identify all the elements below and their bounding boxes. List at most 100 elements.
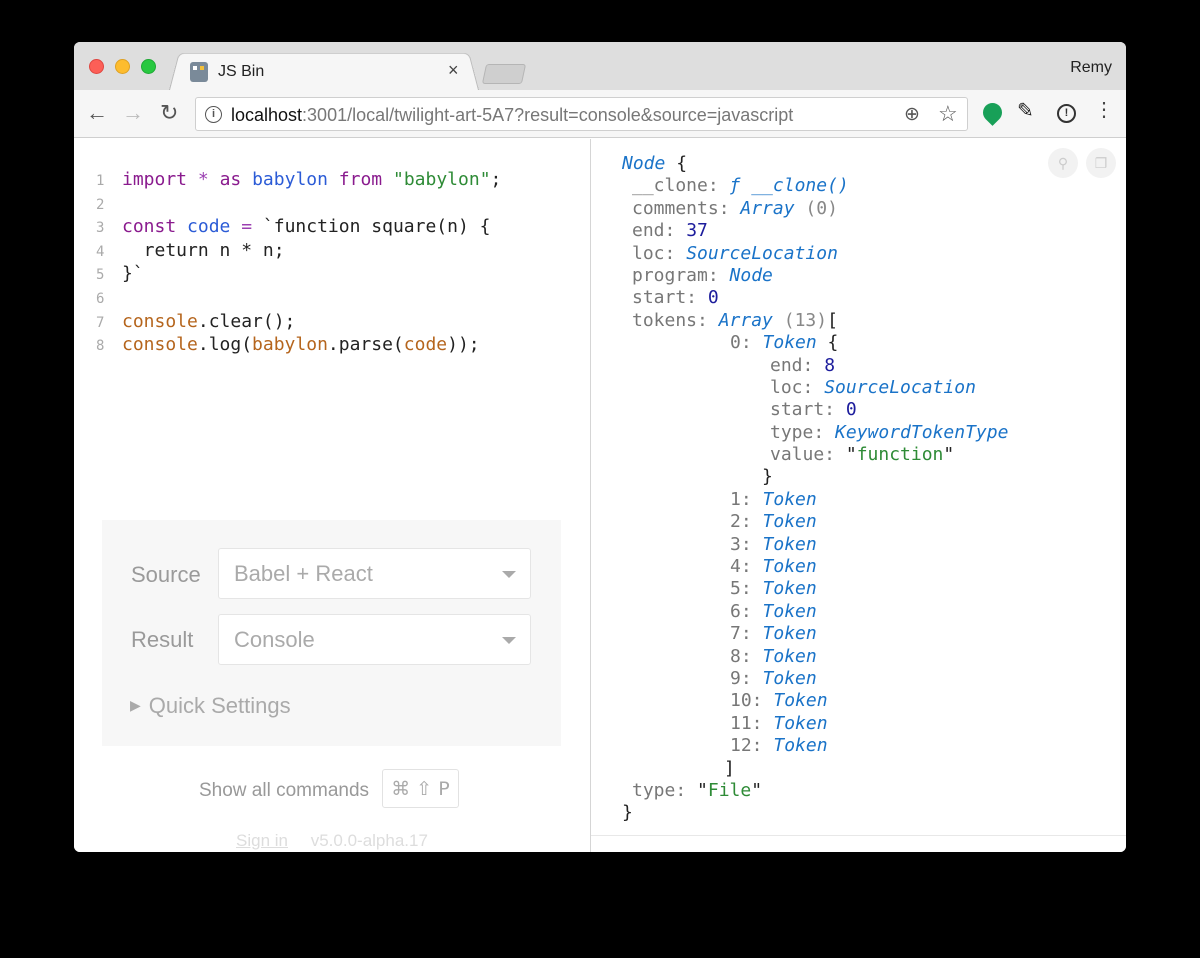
code-token: .parse( <box>327 334 404 356</box>
browser-tab[interactable]: JS Bin × <box>190 60 468 86</box>
url-text[interactable]: localhost:3001/local/twilight-art-5A7?re… <box>231 105 793 126</box>
console-line[interactable]: loc: SourceLocation <box>622 377 1008 399</box>
console-token: File <box>707 779 752 801</box>
console-line[interactable]: 8: Token <box>622 646 1008 668</box>
site-info-icon[interactable]: i <box>205 106 222 123</box>
back-arrow-icon[interactable]: ← <box>86 100 108 126</box>
result-select[interactable]: Console <box>218 614 531 665</box>
tab-close-icon[interactable]: × <box>448 60 459 81</box>
code-line[interactable]: 1 import * as babylon from "babylon"; <box>96 168 501 192</box>
console-line[interactable]: } <box>622 466 1008 488</box>
console-line[interactable]: value: "function" <box>622 444 1008 466</box>
console-line[interactable]: ] <box>622 758 1008 780</box>
console-line[interactable]: 0: Token { <box>622 332 1008 354</box>
line-number: 3 <box>96 220 105 237</box>
code-token: return n * n; <box>122 239 285 261</box>
console-token: 37 <box>686 220 708 242</box>
result-label: Result <box>131 627 194 652</box>
code-token: const <box>122 216 177 238</box>
address-bar[interactable]: i localhost:3001/local/twilight-art-5A7?… <box>195 97 968 131</box>
commands-shortcut: ⌘ ⇧ P <box>382 769 459 808</box>
more-vertical-icon[interactable]: ⋮ <box>1094 100 1114 120</box>
code-line[interactable]: 4 return n * n; <box>96 239 501 263</box>
code-token: babylon <box>252 169 328 190</box>
console-line[interactable]: type: KeywordTokenType <box>622 422 1008 444</box>
extension-info-icon[interactable]: ! <box>1057 104 1076 123</box>
bookmark-star-icon[interactable]: ☆ <box>938 101 958 127</box>
console-line[interactable]: 12: Token <box>622 735 1008 757</box>
console-line[interactable]: Node { <box>622 153 1008 175</box>
console-token: start: <box>770 399 846 421</box>
console-line[interactable]: 5: Token <box>622 578 1008 600</box>
console-search-icon[interactable]: ⚲ <box>1048 148 1078 178</box>
code-token: .clear(); <box>197 310 296 332</box>
code-token: .log( <box>197 334 253 356</box>
console-token: [ <box>827 309 838 331</box>
reload-icon[interactable]: ↻ <box>160 100 178 126</box>
new-tab-button[interactable] <box>481 64 527 84</box>
quick-settings-toggle[interactable]: ▶ Quick Settings <box>130 693 291 719</box>
code-editor[interactable]: 1 import * as babylon from "babylon"; 2 3 co… <box>96 168 501 357</box>
console-output: Node {__clone: ƒ __clone() comments: Arra… <box>622 153 1008 825</box>
sign-in-link[interactable]: Sign in <box>236 831 288 850</box>
console-line[interactable]: 7: Token <box>622 623 1008 645</box>
console-token: Token <box>762 332 817 354</box>
code-line[interactable]: 7 console.clear(); <box>96 310 501 334</box>
console-line[interactable]: start: 0 <box>622 399 1008 421</box>
console-token: 0 <box>707 287 719 309</box>
console-line[interactable]: program: Node <box>622 265 1008 287</box>
console-token: " <box>751 779 763 801</box>
window-minimize-button[interactable] <box>115 59 130 74</box>
console-token: __clone: <box>632 175 730 197</box>
console-line[interactable]: start: 0 <box>622 287 1008 309</box>
show-all-commands[interactable]: Show all commands <box>199 780 369 802</box>
console-line[interactable]: 1: Token <box>622 489 1008 511</box>
console-line[interactable]: __clone: ƒ __clone() <box>622 175 1008 197</box>
line-number: 7 <box>96 314 105 331</box>
forward-arrow-icon[interactable]: → <box>122 100 144 126</box>
console-token: (13) <box>772 309 828 331</box>
console-line[interactable]: 10: Token <box>622 690 1008 712</box>
code-line[interactable]: 8 console.log(babylon.parse(code)); <box>96 333 501 357</box>
code-line[interactable]: 5}` <box>96 262 501 286</box>
code-line[interactable]: 2 <box>96 192 501 216</box>
code-token: ; <box>490 169 502 190</box>
extension-pin-icon[interactable]: ✎ <box>1017 98 1034 123</box>
editor-pane[interactable]: 1 import * as babylon from "babylon"; 2 3 co… <box>74 139 591 852</box>
console-line[interactable]: 3: Token <box>622 534 1008 556</box>
console-token: 2: <box>730 511 763 533</box>
console-line[interactable]: 2: Token <box>622 511 1008 533</box>
console-line[interactable]: end: 8 <box>622 355 1008 377</box>
window-close-button[interactable] <box>89 59 104 74</box>
console-line[interactable]: 9: Token <box>622 668 1008 690</box>
window-maximize-button[interactable] <box>141 59 156 74</box>
result-select-value: Console <box>234 627 315 652</box>
console-line[interactable]: type: "File" <box>622 780 1008 802</box>
code-line[interactable]: 3 const code = `function square(n) { <box>96 215 501 239</box>
console-line[interactable]: end: 37 <box>622 220 1008 242</box>
source-label: Source <box>131 562 201 587</box>
console-token: type: <box>770 421 836 443</box>
console-token: ] <box>724 757 735 779</box>
console-line[interactable]: tokens: Array (13)[ <box>622 310 1008 332</box>
console-token: { <box>816 332 839 354</box>
source-select[interactable]: Babel + React <box>218 548 531 599</box>
console-token: 6: <box>730 600 763 622</box>
code-line[interactable]: 6 <box>96 286 501 310</box>
profile-name[interactable]: Remy <box>1070 59 1112 77</box>
console-line[interactable]: 4: Token <box>622 556 1008 578</box>
console-line[interactable]: comments: Array (0) <box>622 198 1008 220</box>
browser-toolbar: ← → ↻ i localhost:3001/local/twilight-ar… <box>74 90 1126 138</box>
console-copy-icon[interactable]: ❐ <box>1086 148 1116 178</box>
console-line[interactable]: 6: Token <box>622 601 1008 623</box>
footer: Sign in v5.0.0-alpha.17 <box>236 831 428 851</box>
console-line[interactable]: loc: SourceLocation <box>622 243 1008 265</box>
console-token: type: <box>632 779 698 801</box>
console-line[interactable]: 11: Token <box>622 713 1008 735</box>
code-token: )); <box>447 334 480 356</box>
console-line[interactable]: } <box>622 802 1008 824</box>
zoom-icon[interactable]: ⊕ <box>904 103 920 126</box>
